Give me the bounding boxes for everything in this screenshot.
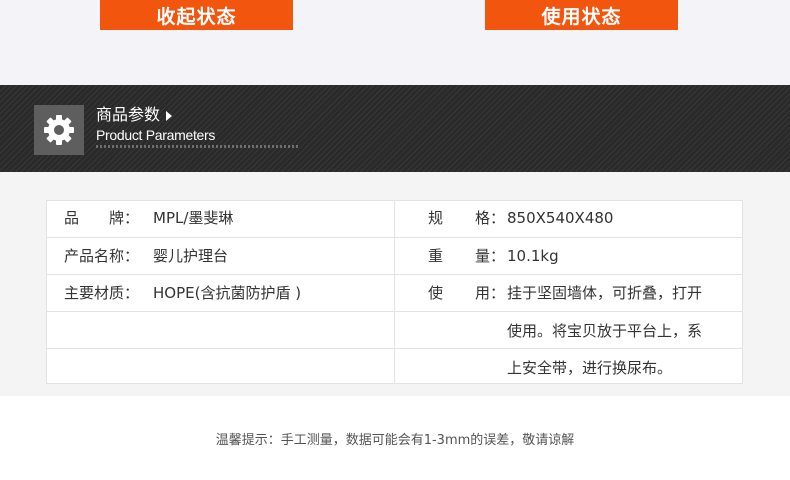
product-parameters-banner: 商品参数 Product Parameters <box>0 85 790 172</box>
brand-label: 品牌： <box>64 209 140 227</box>
spec-label: 规格： <box>428 209 506 227</box>
weight-label: 重量： <box>428 247 506 265</box>
usage-line-1: 挂于坚固墙体，可折叠，打开 <box>507 284 703 302</box>
usage-line-3: 上安全带，进行换尿布。 <box>507 359 673 377</box>
folded-state-label: 收起状态 <box>100 0 293 30</box>
product-name-value: 婴儿护理台 <box>153 247 229 265</box>
measurement-note: 温馨提示：手工测量，数据可能会有1-3mm的误差，敬请谅解 <box>215 433 575 448</box>
top-band: 收起状态 使用状态 <box>0 0 790 85</box>
gear-icon <box>44 115 74 145</box>
usage-line-2: 使用。将宝贝放于平台上，系 <box>507 322 703 340</box>
spec-value: 850X540X480 <box>507 209 614 227</box>
dotted-divider <box>96 145 299 148</box>
triangle-right-icon <box>166 110 173 121</box>
banner-title-text: 商品参数 <box>96 105 161 124</box>
in-use-state-label: 使用状态 <box>485 0 678 30</box>
gear-icon-box <box>34 105 84 155</box>
banner-subtitle: Product Parameters <box>96 127 216 143</box>
brand-value: MPL/墨斐琳 <box>153 209 234 227</box>
material-label: 主要材质： <box>64 284 140 302</box>
parameters-table: 品牌： MPL/墨斐琳 规格： 850X540X480 产品名称： 婴儿护理台 … <box>46 200 743 384</box>
usage-label: 使用： <box>428 284 506 302</box>
banner-title: 商品参数 <box>96 105 173 124</box>
product-name-label: 产品名称： <box>64 247 140 265</box>
table-column-divider <box>394 201 395 383</box>
weight-value: 10.1kg <box>507 247 559 265</box>
material-value: HOPE(含抗菌防护盾 ) <box>153 284 302 302</box>
parameters-section: 品牌： MPL/墨斐琳 规格： 850X540X480 产品名称： 婴儿护理台 … <box>0 172 790 396</box>
